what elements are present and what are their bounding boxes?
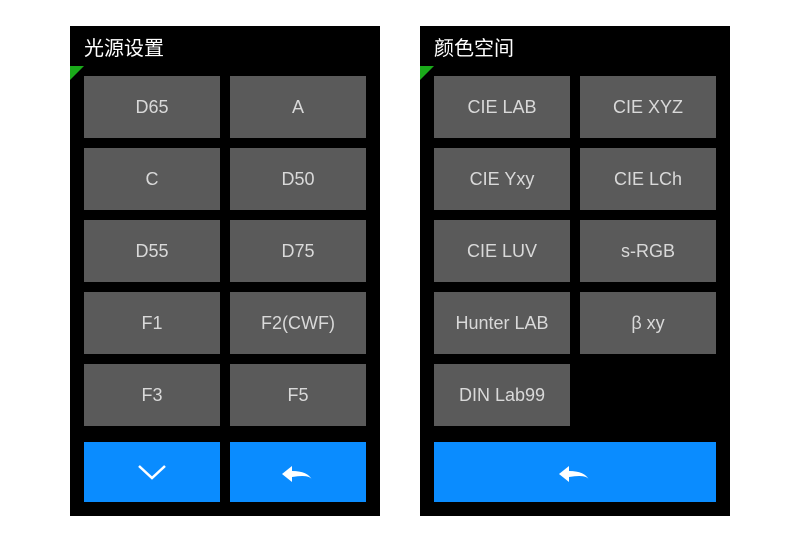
- title-text: 颜色空间: [434, 32, 514, 61]
- option-f5[interactable]: F5: [230, 364, 366, 426]
- option-cie-xyz[interactable]: CIE XYZ: [580, 76, 716, 138]
- light-source-settings-screen: 光源设置 D65 A C D50 D55 D75 F1 F2(CWF) F3 F…: [70, 26, 380, 516]
- chevron-down-icon: [135, 462, 169, 482]
- option-d50[interactable]: D50: [230, 148, 366, 210]
- color-space-settings-screen: 颜色空间 CIE LAB CIE XYZ CIE Yxy CIE LCh CIE…: [420, 26, 730, 516]
- option-d75[interactable]: D75: [230, 220, 366, 282]
- screen-title: 颜色空间: [420, 26, 730, 66]
- option-beta-xy[interactable]: β xy: [580, 292, 716, 354]
- title-text: 光源设置: [84, 32, 164, 61]
- option-cie-yxy[interactable]: CIE Yxy: [434, 148, 570, 210]
- option-grid: CIE LAB CIE XYZ CIE Yxy CIE LCh CIE LUV …: [420, 66, 730, 442]
- back-button[interactable]: [230, 442, 366, 502]
- option-srgb[interactable]: s-RGB: [580, 220, 716, 282]
- back-arrow-icon: [278, 460, 318, 484]
- option-grid: D65 A C D50 D55 D75 F1 F2(CWF) F3 F5: [70, 66, 380, 442]
- option-cie-lch[interactable]: CIE LCh: [580, 148, 716, 210]
- active-indicator: [70, 66, 84, 80]
- option-a[interactable]: A: [230, 76, 366, 138]
- option-f3[interactable]: F3: [84, 364, 220, 426]
- back-button[interactable]: [434, 442, 716, 502]
- option-c[interactable]: C: [84, 148, 220, 210]
- option-d55[interactable]: D55: [84, 220, 220, 282]
- option-d65[interactable]: D65: [84, 76, 220, 138]
- footer-bar: [420, 442, 730, 516]
- screen-title: 光源设置: [70, 26, 380, 66]
- option-din-lab99[interactable]: DIN Lab99: [434, 364, 570, 426]
- option-cie-lab[interactable]: CIE LAB: [434, 76, 570, 138]
- option-hunter-lab[interactable]: Hunter LAB: [434, 292, 570, 354]
- back-arrow-icon: [555, 460, 595, 484]
- footer-bar: [70, 442, 380, 516]
- option-f2cwf[interactable]: F2(CWF): [230, 292, 366, 354]
- option-cie-luv[interactable]: CIE LUV: [434, 220, 570, 282]
- active-indicator: [420, 66, 434, 80]
- scroll-down-button[interactable]: [84, 442, 220, 502]
- option-f1[interactable]: F1: [84, 292, 220, 354]
